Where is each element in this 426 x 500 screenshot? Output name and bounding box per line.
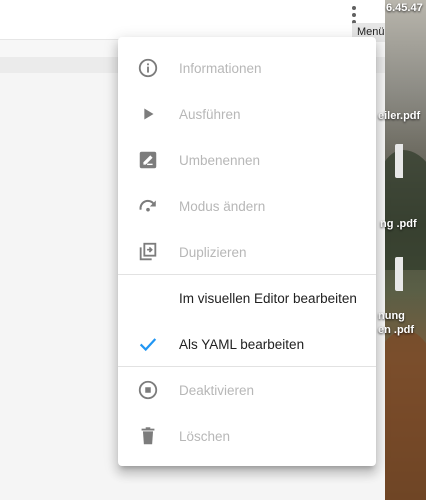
delete-icon <box>136 424 160 448</box>
check-icon <box>136 332 160 356</box>
dots-vertical-icon <box>352 6 356 10</box>
redo-variant-icon <box>136 194 160 218</box>
overflow-menu: Informationen Ausführen Umbenennen Modus… <box>118 37 376 466</box>
menu-item-label: Deaktivieren <box>179 382 255 398</box>
menu-item-change-mode[interactable]: Modus ändern <box>118 183 376 229</box>
desktop-file-label[interactable]: ng .pdf <box>380 218 417 230</box>
menu-item-label: Informationen <box>179 60 262 76</box>
menu-item-label: Löschen <box>179 428 231 444</box>
desktop-file-label[interactable]: en .pdf <box>378 324 414 336</box>
information-outline-icon <box>136 56 160 80</box>
menu-item-visual-editor[interactable]: Im visuellen Editor bearbeiten <box>118 275 376 321</box>
menu-item-label: Im visuellen Editor bearbeiten <box>179 290 357 306</box>
stop-circle-outline-icon <box>136 378 160 402</box>
menu-item-disable[interactable]: Deaktivieren <box>118 367 376 413</box>
desktop-file-thumbnail[interactable] <box>395 257 403 291</box>
desktop-clock-text: 6.45.47 <box>386 2 423 14</box>
menu-item-duplicate[interactable]: Duplizieren <box>118 229 376 275</box>
menu-item-run[interactable]: Ausführen <box>118 91 376 137</box>
desktop-file-thumbnail[interactable] <box>395 144 403 178</box>
menu-item-delete[interactable]: Löschen <box>118 413 376 459</box>
play-icon <box>136 102 160 126</box>
desktop-wallpaper <box>385 0 426 500</box>
desktop-file-label[interactable]: nung <box>378 310 405 322</box>
menu-item-label: Modus ändern <box>179 198 266 214</box>
menu-item-label: Ausführen <box>179 106 241 122</box>
menu-item-edit-yaml[interactable]: Als YAML bearbeiten <box>118 321 376 367</box>
menu-item-label: Als YAML bearbeiten <box>179 336 305 352</box>
content-duplicate-icon <box>136 240 160 264</box>
desktop-file-label[interactable]: eiler.pdf <box>378 110 420 122</box>
app-topbar <box>0 0 385 40</box>
menu-item-rename[interactable]: Umbenennen <box>118 137 376 183</box>
menu-item-label: Umbenennen <box>179 152 261 168</box>
rename-box-icon <box>136 148 160 172</box>
menu-item-information[interactable]: Informationen <box>118 45 376 91</box>
menu-item-label: Duplizieren <box>179 244 247 260</box>
